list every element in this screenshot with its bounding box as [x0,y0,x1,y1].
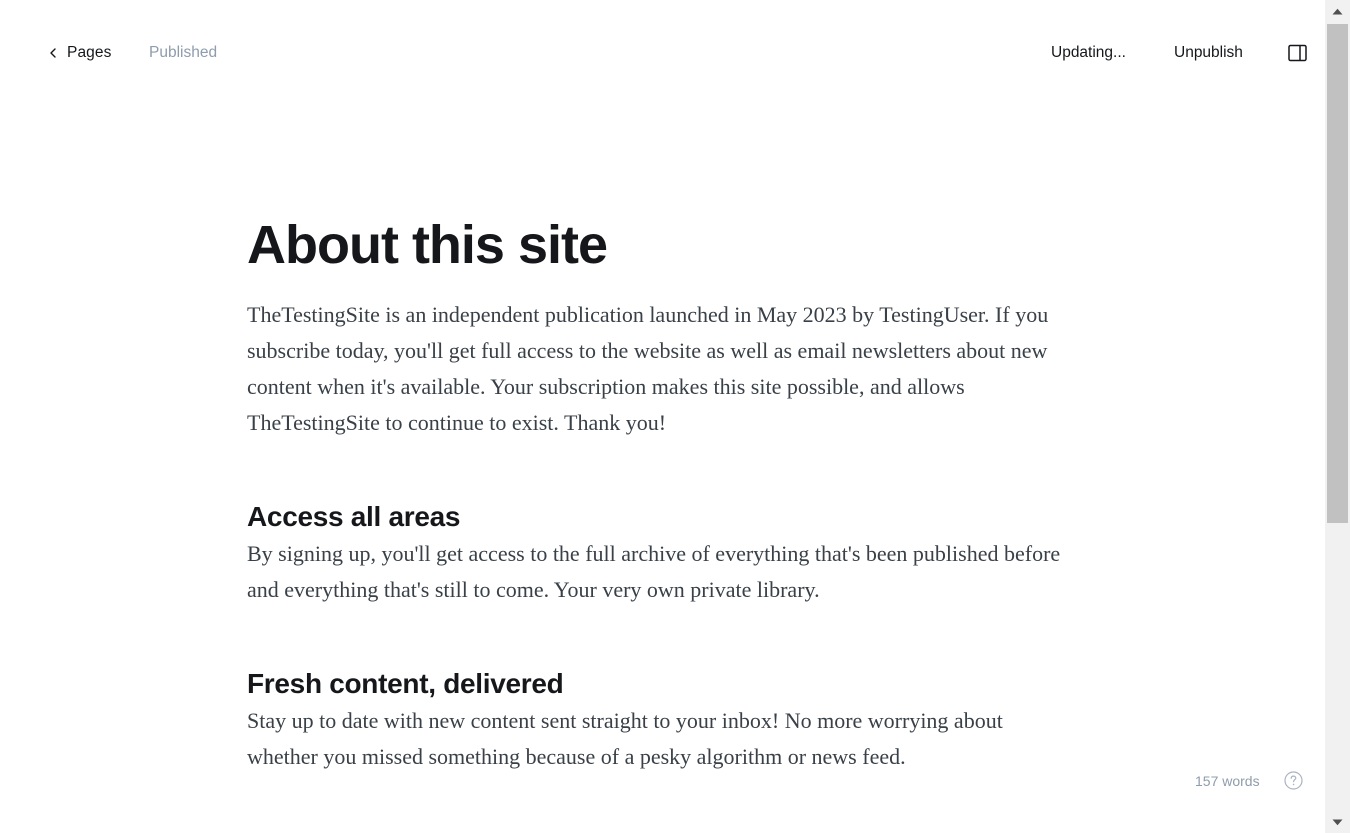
section-heading[interactable]: Access all areas [247,498,1077,536]
update-button[interactable]: Updating... [1051,43,1126,63]
section-paragraph[interactable]: By signing up, you'll get access to the … [247,536,1077,608]
back-link-label: Pages [67,44,112,61]
editor-app: Pages Published Updating... Unpublish Ab… [0,0,1350,833]
sidebar-toggle-icon[interactable] [1288,44,1307,62]
chevron-left-icon [50,48,56,58]
section-heading[interactable]: Fresh content, delivered [247,665,1077,703]
post-editor[interactable]: About this site TheTestingSite is an ind… [247,205,1077,775]
word-count: 157 words [1195,773,1260,789]
editor-header: Pages Published Updating... Unpublish [0,0,1325,105]
unpublish-button[interactable]: Unpublish [1174,43,1243,63]
scroll-up-arrow-icon[interactable] [1325,0,1350,22]
post-status: Published [149,44,218,61]
scrollbar-thumb[interactable] [1327,24,1348,523]
post-intro-paragraph[interactable]: TheTestingSite is an independent publica… [247,297,1077,441]
question-circle-icon[interactable] [1284,771,1303,790]
scroll-down-arrow-icon[interactable] [1325,811,1350,833]
section-paragraph[interactable]: Stay up to date with new content sent st… [247,703,1077,775]
vertical-scrollbar[interactable] [1325,0,1350,833]
back-to-pages-link[interactable]: Pages [47,43,111,63]
post-title[interactable]: About this site [247,205,1077,285]
